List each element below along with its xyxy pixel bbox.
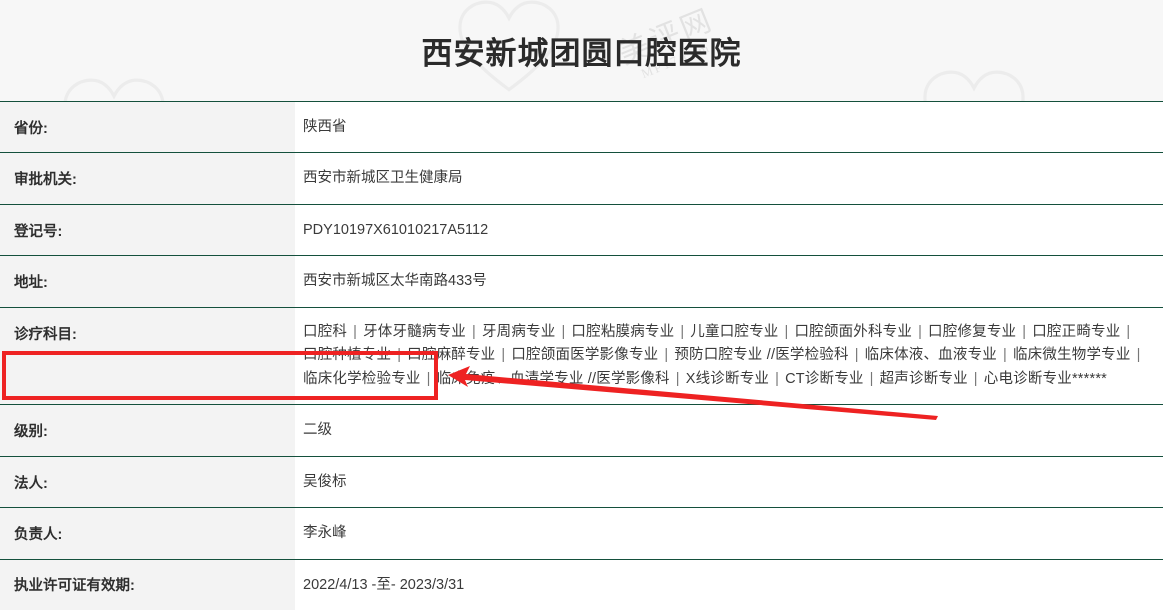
subject-item: 临床免疫、血清学专业 //医学影像科: [437, 371, 670, 387]
table-row: 负责人: 李永峰: [0, 508, 1163, 559]
row-label: 审批机关:: [0, 153, 295, 204]
subject-item: 临床微生物学专业: [1013, 347, 1131, 363]
subject-item: 口腔粘膜病专业: [571, 324, 674, 340]
subject-separator: |: [674, 321, 690, 344]
page-title: 西安新城团圆口腔医院: [422, 28, 742, 73]
subject-separator: |: [1131, 344, 1147, 367]
subject-item: X线诊断专业: [686, 371, 769, 387]
subject-separator: |: [1016, 321, 1032, 344]
table-row: 执业许可证有效期: 2022/4/13 -至- 2023/3/31: [0, 559, 1163, 610]
hospital-info-table-body: 省份: 陕西省 审批机关: 西安市新城区卫生健康局 登记号: PDY10197X…: [0, 102, 1163, 610]
subject-separator: |: [670, 368, 686, 391]
row-label: 登记号:: [0, 204, 295, 255]
subject-item: 牙体牙髓病专业: [363, 324, 466, 340]
table-row: 省份: 陕西省: [0, 102, 1163, 153]
subject-item: 口腔种植专业: [303, 347, 391, 363]
subject-item: 口腔麻醉专业: [407, 347, 495, 363]
row-label: 负责人:: [0, 508, 295, 559]
subject-separator: |: [421, 368, 437, 391]
subject-item: 儿童口腔专业: [690, 324, 778, 340]
subject-item: 口腔颌面外科专业: [794, 324, 912, 340]
subject-item: 临床化学检验专业: [303, 371, 421, 387]
row-label: 级别:: [0, 405, 295, 456]
page-header: 西安新城团圆口腔医院: [0, 0, 1163, 101]
row-value: 西安市新城区太华南路433号: [295, 256, 1163, 307]
subject-separator: |: [997, 344, 1013, 367]
row-value: 2022/4/13 -至- 2023/3/31: [295, 559, 1163, 610]
table-row: 审批机关: 西安市新城区卫生健康局: [0, 153, 1163, 204]
row-label: 法人:: [0, 456, 295, 507]
subject-separator: |: [849, 344, 865, 367]
subject-separator: |: [466, 321, 482, 344]
row-value-subjects: 口腔科|牙体牙髓病专业|牙周病专业|口腔粘膜病专业|儿童口腔专业|口腔颌面外科专…: [295, 307, 1163, 404]
subject-separator: |: [864, 368, 880, 391]
subject-separator: |: [912, 321, 928, 344]
subject-separator: |: [495, 344, 511, 367]
subject-separator: |: [347, 321, 363, 344]
row-label: 执业许可证有效期:: [0, 559, 295, 610]
table-row-level: 级别: 二级: [0, 405, 1163, 456]
subject-item: 心电诊断专业******: [984, 371, 1107, 387]
subject-item: 口腔修复专业: [928, 324, 1016, 340]
row-value: 吴俊标: [295, 456, 1163, 507]
subject-separator: |: [391, 344, 407, 367]
row-value: 西安市新城区卫生健康局: [295, 153, 1163, 204]
row-value: 李永峰: [295, 508, 1163, 559]
subject-item: 牙周病专业: [482, 324, 556, 340]
row-label: 地址:: [0, 256, 295, 307]
table-row: 法人: 吴俊标: [0, 456, 1163, 507]
row-value: 二级: [295, 405, 1163, 456]
row-label: 诊疗科目:: [0, 307, 295, 404]
subject-item: 临床体液、血液专业: [865, 347, 997, 363]
subject-separator: |: [1120, 321, 1136, 344]
subject-separator: |: [769, 368, 785, 391]
subject-separator: |: [658, 344, 674, 367]
subject-separator: |: [779, 321, 795, 344]
table-row: 地址: 西安市新城区太华南路433号: [0, 256, 1163, 307]
subject-item: CT诊断专业: [785, 371, 864, 387]
row-label: 省份:: [0, 102, 295, 153]
subject-item: 预防口腔专业 //医学检验科: [674, 347, 848, 363]
hospital-info-table: 省份: 陕西省 审批机关: 西安市新城区卫生健康局 登记号: PDY10197X…: [0, 101, 1163, 610]
subject-item: 口腔颌面医学影像专业: [511, 347, 658, 363]
row-value: 陕西省: [295, 102, 1163, 153]
subject-separator: |: [968, 368, 984, 391]
subject-item: 口腔科: [303, 324, 347, 340]
subject-item: 超声诊断专业: [880, 371, 968, 387]
table-row-subjects: 诊疗科目: 口腔科|牙体牙髓病专业|牙周病专业|口腔粘膜病专业|儿童口腔专业|口…: [0, 307, 1163, 404]
table-row: 登记号: PDY10197X61010217A5112: [0, 204, 1163, 255]
subject-separator: |: [555, 321, 571, 344]
subject-item: 口腔正畸专业: [1032, 324, 1120, 340]
row-value: PDY10197X61010217A5112: [295, 204, 1163, 255]
